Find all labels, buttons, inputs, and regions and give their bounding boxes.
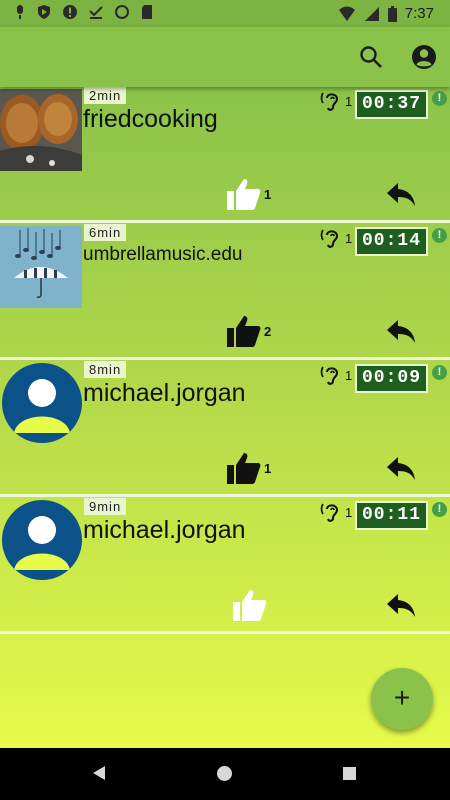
microphone-icon <box>17 5 23 19</box>
search-icon[interactable] <box>358 44 384 70</box>
thumb-up-icon[interactable] <box>232 588 268 622</box>
hearing-icon <box>320 366 339 385</box>
thumb-up-icon[interactable] <box>226 177 262 211</box>
post-card[interactable]: 2min friedcooking 1 00:37 ! 1 <box>0 87 450 223</box>
shield-icon <box>38 5 50 19</box>
alert-icon <box>63 5 77 19</box>
download-done-icon <box>89 6 103 19</box>
post-card[interactable]: 9min michael.jorgan 1 00:11 ! <box>0 498 450 634</box>
alert-icon[interactable]: ! <box>432 502 447 517</box>
system-nav-bar <box>0 748 450 800</box>
wifi-icon <box>338 6 355 21</box>
fried-food-photo <box>0 89 82 171</box>
listen-count: 1 <box>345 231 353 246</box>
post-username[interactable]: friedcooking <box>83 105 218 134</box>
alert-icon[interactable]: ! <box>432 365 447 380</box>
person-icon <box>14 379 70 433</box>
home-icon[interactable] <box>217 766 232 781</box>
hearing-icon <box>320 229 339 248</box>
post-card[interactable]: 6min umbrellamusic.edu 1 00:14 ! 2 <box>0 224 450 360</box>
reply-icon[interactable] <box>386 318 416 344</box>
post-list: 2min friedcooking 1 00:37 ! 1 6min umbre… <box>0 87 450 748</box>
duration-button[interactable]: 00:37 <box>355 90 428 119</box>
battery-icon <box>387 5 397 22</box>
duration-button[interactable]: 00:09 <box>355 364 428 393</box>
like-count: 1 <box>264 187 272 202</box>
hearing-icon <box>320 503 339 522</box>
duration-button[interactable]: 00:14 <box>355 227 428 256</box>
thumb-up-icon[interactable] <box>226 451 262 485</box>
reply-icon[interactable] <box>386 592 416 618</box>
person-icon <box>14 516 70 570</box>
notification-icons <box>14 4 154 20</box>
post-age: 2min <box>84 87 127 104</box>
post-age: 9min <box>84 498 127 515</box>
reply-icon[interactable] <box>386 181 416 207</box>
reply-icon[interactable] <box>386 455 416 481</box>
post-username[interactable]: michael.jorgan <box>83 379 246 408</box>
sd-card-icon <box>142 5 152 19</box>
status-bar: 7:37 <box>0 0 450 27</box>
default-avatar <box>2 363 82 443</box>
app-bar <box>0 27 450 87</box>
status-time: 7:37 <box>404 5 434 22</box>
thumb-up-icon[interactable] <box>226 314 262 348</box>
system-indicators: 7:37 <box>338 5 434 22</box>
hearing-icon <box>320 92 339 111</box>
default-avatar <box>2 500 82 580</box>
post-card[interactable]: 8min michael.jorgan 1 00:09 ! 1 <box>0 361 450 497</box>
post-username[interactable]: michael.jorgan <box>83 516 246 545</box>
recent-apps-icon[interactable] <box>343 767 356 780</box>
alert-icon[interactable]: ! <box>432 91 447 106</box>
alert-icon[interactable]: ! <box>432 228 447 243</box>
post-age: 6min <box>84 224 127 241</box>
post-username[interactable]: umbrellamusic.edu <box>83 244 242 266</box>
account-circle-icon[interactable] <box>410 43 438 71</box>
duration-button[interactable]: 00:11 <box>355 501 428 530</box>
cell-signal-icon <box>364 6 379 21</box>
listen-count: 1 <box>345 368 353 383</box>
listen-count: 1 <box>345 94 353 109</box>
like-count: 2 <box>264 324 272 339</box>
like-count: 1 <box>264 461 272 476</box>
post-age: 8min <box>84 361 127 378</box>
add-post-button[interactable]: + <box>371 668 433 730</box>
back-icon[interactable] <box>93 766 105 780</box>
listen-count: 1 <box>345 505 353 520</box>
umbrella-music-photo <box>0 226 82 308</box>
circle-icon <box>115 5 129 19</box>
